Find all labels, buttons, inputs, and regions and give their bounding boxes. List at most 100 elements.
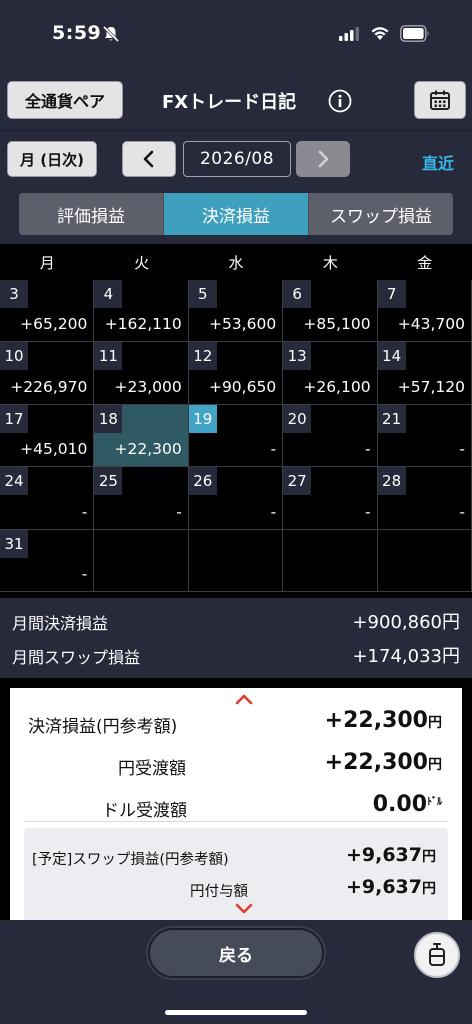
calendar-week-row: 24-25-26-27-28- [0,467,472,530]
calendar-day-cell[interactable]: 20 - [283,404,378,468]
day-pl-value: +57,120 [397,377,465,396]
weekday-label: 金 [417,254,433,272]
day-number: 25 [94,467,123,496]
day-number: 13 [283,342,312,371]
calendar-day-cell[interactable]: 6 +85,100 [283,280,378,343]
yen-unit: 円 [422,849,436,865]
day-number: 21 [377,404,406,433]
calendar-day-cell[interactable]: 4 +162,110 [94,280,189,343]
back-button[interactable]: 戻る [148,928,324,978]
calendar-day-cell[interactable]: 12 +90,650 [188,342,284,405]
monthly-settlement-label: 月間決済損益 [12,614,109,633]
weekday-label: 火 [134,254,150,272]
calendar-day-cell[interactable]: 28 - [377,467,472,530]
calendar-empty-cell [283,529,378,592]
day-pl-value: - [459,502,465,521]
calendar-day-cell[interactable]: 5 +53,600 [188,280,284,343]
calendar-day-cell[interactable]: 25 - [94,467,189,530]
day-detail-panel[interactable]: 決済損益(円参考額) +22,300円 円受渡額 +22,300円 ドル受渡額 … [10,688,462,920]
pl-type-tabs: 評価損益 決済損益 スワップ損益 [19,193,453,235]
battery-icon [400,25,429,42]
monthly-summary: 月間決済損益 +900,860円 月間スワップ損益 +174,033円 [0,598,472,678]
scheduled-swap-amount: +9,637 [345,844,422,866]
prev-month-button[interactable] [122,141,176,177]
calendar-day-cell[interactable]: 24 - [0,467,95,530]
info-icon[interactable] [328,89,352,113]
day-number: 7 [377,280,406,308]
dollar-delivery-row: ドル受渡額 0.00ﾄﾞﾙ [10,784,462,826]
calendar-day-cell[interactable]: 11 +23,000 [94,342,189,405]
dollar-unit: ﾄﾞﾙ [427,797,442,808]
weekday-label: 木 [322,254,338,272]
calendar-empty-cell [377,529,472,592]
signal-icon [339,27,359,41]
day-pl-value: +22,300 [114,440,182,459]
next-month-button[interactable] [296,141,350,177]
monthly-swap-row: 月間スワップ損益 +174,033円 [0,634,472,674]
document-icon [429,943,445,966]
day-number: 24 [0,467,28,496]
day-pl-value: +23,000 [114,377,182,396]
detail-divider [24,821,448,822]
day-pl-value: +85,100 [303,315,371,334]
calendar-day-cell[interactable]: 27 - [283,467,378,530]
day-number: 4 [94,280,123,308]
scheduled-swap-label: [予定]スワップ損益(円参考額) [32,852,229,868]
latest-link[interactable]: 直近 [422,150,454,174]
tabs-area: 評価損益 決済損益 スワップ損益 [0,186,472,244]
weekday-label: 水 [228,254,244,272]
settlement-pl-label: 決済損益(円参考額) [28,717,178,737]
calendar-day-cell[interactable]: 3 +65,200 [0,280,95,343]
calendar-week-row: 3 +65,200 4 +162,110 5 +53,600 6 +85,100 7 +43,70… [0,280,472,343]
menu-float-button[interactable] [414,932,460,978]
monthly-swap-value: +174,033円 [352,646,460,667]
yen-delivery-label: 円受渡額 [118,759,186,779]
yen-grant-label: 円付与額 [190,884,248,900]
chevron-right-icon [318,150,329,168]
yen-grant-amount: +9,637 [345,876,422,898]
weekday-header: 月 火 水 木 金 [0,246,472,280]
tab-valuation-pl[interactable]: 評価損益 [19,193,164,235]
wifi-icon [371,27,389,40]
day-pl-value: +90,650 [208,377,277,396]
day-pl-value: - [270,440,277,459]
calendar-day-cell[interactable]: 7 +43,700 [377,280,472,343]
view-mode-button[interactable]: 月 (日次) [7,141,97,177]
calendar-day-cell[interactable]: 10 +226,970 [0,342,95,405]
day-pl-value: +45,010 [20,440,88,459]
dollar-delivery-amount: 0.00 [372,792,427,817]
calendar-button[interactable] [414,81,466,119]
calendar-day-cell[interactable]: 31 - [0,529,95,592]
calendar-day-cell[interactable]: 21 - [377,404,472,468]
tab-settlement-pl[interactable]: 決済損益 [164,193,309,235]
chevron-down-icon[interactable] [234,902,254,916]
all-pairs-button[interactable]: 全通貨ペア [7,81,123,119]
settlement-pl-row: 決済損益(円参考額) +22,300円 [10,700,462,742]
yen-unit: 円 [428,757,442,773]
day-number: 10 [0,342,28,371]
day-number: 26 [188,467,217,496]
day-pl-value: - [364,502,371,521]
calendar-day-cell[interactable]: 19 - [188,404,284,468]
day-number: 3 [0,280,28,308]
day-number: 6 [283,280,312,308]
dollar-delivery-label: ドル受渡額 [102,801,187,821]
calendar-day-cell[interactable]: 26 - [188,467,284,530]
app-header: 全通貨ペア FXトレード日記 [0,72,472,130]
page-title: FXトレード日記 [162,92,297,113]
calendar-icon [430,90,450,110]
day-number: 19 [188,404,217,433]
day-number: 14 [377,342,406,371]
month-display[interactable]: 2026/08 [183,141,291,177]
calendar-day-cell[interactable]: 18 +22,300 [94,404,189,468]
yen-unit: 円 [422,881,436,897]
yen-grant-value: +9,637円 [346,876,436,898]
calendar-day-cell[interactable]: 13 +26,100 [283,342,378,405]
day-pl-value: - [81,502,88,521]
day-pl-value: - [270,502,277,521]
dollar-delivery-value: 0.00ﾄﾞﾙ [373,792,442,817]
tab-swap-pl[interactable]: スワップ損益 [309,193,453,235]
calendar-day-cell[interactable]: 14 +57,120 [377,342,472,405]
calendar-day-cell[interactable]: 17 +45,010 [0,404,95,468]
yen-delivery-value: +22,300円 [325,750,442,775]
